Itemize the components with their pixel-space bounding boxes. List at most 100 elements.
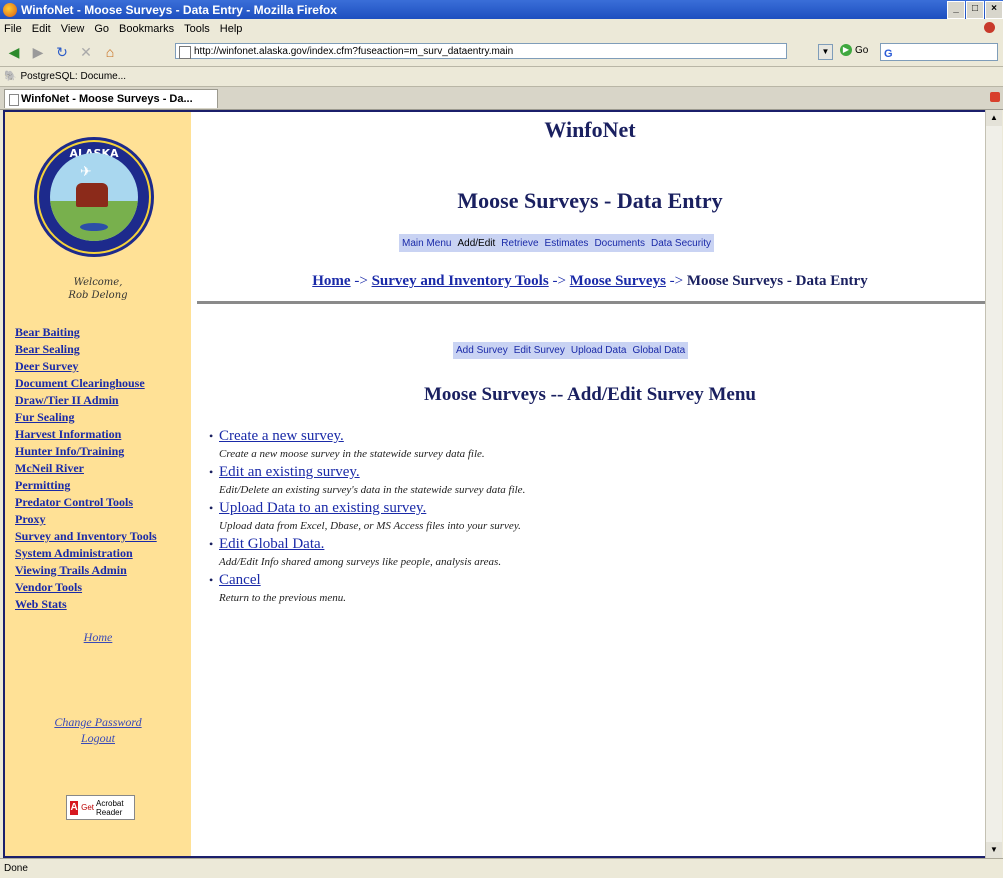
breadcrumb-separator: -> xyxy=(354,273,368,289)
go-label: Go xyxy=(855,44,869,56)
adobe-icon: A xyxy=(70,800,79,815)
top-menu-estimates[interactable]: Estimates xyxy=(545,238,589,249)
adfg-seal-logo: ALASKA ✈ xyxy=(34,137,154,257)
status-text: Done xyxy=(4,863,28,874)
sidebar-item-mcneil-river[interactable]: McNeil River xyxy=(15,460,191,477)
top-menu-retrieve[interactable]: Retrieve xyxy=(501,238,538,249)
breadcrumb-home[interactable]: Home xyxy=(312,273,350,289)
sidebar-item-viewing-trails-admin[interactable]: Viewing Trails Admin xyxy=(15,562,191,579)
sidebar-item-document-clearinghouse[interactable]: Document Clearinghouse xyxy=(15,375,191,392)
sidebar-item-vendor-tools[interactable]: Vendor Tools xyxy=(15,579,191,596)
breadcrumb-separator: -> xyxy=(552,273,566,289)
sidebar-item-harvest-information[interactable]: Harvest Information xyxy=(15,426,191,443)
address-dropdown-button[interactable]: ▼ xyxy=(818,44,833,60)
sidebar-item-permitting[interactable]: Permitting xyxy=(15,477,191,494)
edit-survey-link[interactable]: Edit an existing survey. xyxy=(219,464,360,480)
bookmark-postgresql[interactable]: PostgreSQL: Docume... xyxy=(20,71,126,82)
breadcrumb-survey-tools[interactable]: Survey and Inventory Tools xyxy=(372,273,549,289)
scroll-down-button[interactable]: ▼ xyxy=(986,842,1002,858)
option-description: Create a new moose survey in the statewi… xyxy=(219,448,485,460)
menu-title: Moose Surveys -- Add/Edit Survey Menu xyxy=(424,384,756,405)
edit-global-data-link[interactable]: Edit Global Data. xyxy=(219,536,324,552)
reload-icon: ↻ xyxy=(56,43,68,60)
cancel-link[interactable]: Cancel xyxy=(219,572,261,588)
sub-menu-global-data[interactable]: Global Data xyxy=(632,345,685,356)
vertical-scrollbar[interactable]: ▲ ▼ xyxy=(985,110,1002,858)
menu-go[interactable]: Go xyxy=(94,23,109,35)
tab-winfonet[interactable]: WinfoNet - Moose Surveys - Da... xyxy=(4,89,218,108)
option-description: Upload data from Excel, Dbase, or MS Acc… xyxy=(219,520,521,532)
option-description: Add/Edit Info shared among surveys like … xyxy=(219,556,502,568)
sidebar-item-hunter-info-training[interactable]: Hunter Info/Training xyxy=(15,443,191,460)
tab-page-icon xyxy=(9,94,19,106)
logout-link[interactable]: Logout xyxy=(81,731,115,745)
sub-menu-upload-data[interactable]: Upload Data xyxy=(571,345,627,356)
reload-button[interactable]: ↻ xyxy=(52,42,72,62)
acrobat-label: Acrobat Reader xyxy=(96,798,124,817)
sidebar-item-proxy[interactable]: Proxy xyxy=(15,511,191,528)
acrobat-get-label: Get xyxy=(81,803,95,812)
sidebar-item-predator-control-tools[interactable]: Predator Control Tools xyxy=(15,494,191,511)
bullet-icon: • xyxy=(209,465,214,479)
welcome-text: Welcome, Rob Delong xyxy=(5,276,191,302)
close-button[interactable]: × xyxy=(985,1,1003,19)
sub-menu: Add Survey Edit Survey Upload Data Globa… xyxy=(453,342,689,359)
breadcrumb-current: Moose Surveys - Data Entry xyxy=(686,273,868,289)
sub-menu-add-survey[interactable]: Add Survey xyxy=(456,345,508,356)
bullet-icon: • xyxy=(209,501,214,515)
status-bar: Done xyxy=(0,858,1003,877)
forward-button[interactable]: ▶ xyxy=(28,42,48,62)
maximize-button[interactable]: □ xyxy=(966,1,984,19)
sidebar-item-draw-tier-ii-admin[interactable]: Draw/Tier II Admin xyxy=(15,392,191,409)
menu-file[interactable]: File xyxy=(4,23,22,35)
menu-tools[interactable]: Tools xyxy=(184,23,210,35)
bullet-icon: • xyxy=(209,573,214,587)
breadcrumb-moose-surveys[interactable]: Moose Surveys xyxy=(570,273,666,289)
minimize-button[interactable]: _ xyxy=(947,1,965,19)
search-input[interactable]: G xyxy=(880,43,998,61)
sidebar-home-link[interactable]: Home xyxy=(84,630,113,644)
top-menu-main-menu[interactable]: Main Menu xyxy=(402,238,451,249)
menu-bookmarks[interactable]: Bookmarks xyxy=(119,23,174,35)
sidebar-item-deer-survey[interactable]: Deer Survey xyxy=(15,358,191,375)
address-bar[interactable]: http://winfonet.alaska.gov/index.cfm?fus… xyxy=(175,43,787,59)
sidebar-nav: Bear Baiting Bear Sealing Deer Survey Do… xyxy=(15,324,191,613)
address-url: http://winfonet.alaska.gov/index.cfm?fus… xyxy=(194,46,514,57)
sidebar-item-bear-baiting[interactable]: Bear Baiting xyxy=(15,324,191,341)
upload-data-link[interactable]: Upload Data to an existing survey. xyxy=(219,500,426,516)
page-title: Moose Surveys - Data Entry xyxy=(457,188,723,213)
back-button[interactable]: ◀ xyxy=(4,42,24,62)
menu-help[interactable]: Help xyxy=(220,23,243,35)
sidebar-item-web-stats[interactable]: Web Stats xyxy=(15,596,191,613)
sidebar-item-fur-sealing[interactable]: Fur Sealing xyxy=(15,409,191,426)
create-survey-link[interactable]: Create a new survey. xyxy=(219,428,344,444)
close-tab-button[interactable] xyxy=(990,92,1000,102)
list-item: • Edit Global Data. Add/Edit Info shared … xyxy=(209,536,969,568)
sub-menu-edit-survey[interactable]: Edit Survey xyxy=(514,345,565,356)
menu-view[interactable]: View xyxy=(61,23,85,35)
top-menu-data-security[interactable]: Data Security xyxy=(651,238,711,249)
window-title: WinfoNet - Moose Surveys - Data Entry - … xyxy=(21,2,337,17)
sidebar-home: Home xyxy=(5,630,191,645)
back-arrow-icon: ◀ xyxy=(8,43,20,60)
sidebar-item-survey-and-inventory-tools[interactable]: Survey and Inventory Tools xyxy=(15,528,191,545)
sidebar-item-system-administration[interactable]: System Administration xyxy=(15,545,191,562)
top-menu-documents[interactable]: Documents xyxy=(594,238,645,249)
change-password-link[interactable]: Change Password xyxy=(54,715,141,729)
acrobat-reader-badge[interactable]: A Get Acrobat Reader xyxy=(66,795,135,820)
breadcrumb-separator: -> xyxy=(669,273,684,289)
sidebar-item-bear-sealing[interactable]: Bear Sealing xyxy=(15,341,191,358)
home-button[interactable]: ⌂ xyxy=(100,42,120,62)
stop-button[interactable]: ✕ xyxy=(76,42,96,62)
list-item: • Cancel Return to the previous menu. xyxy=(209,572,969,604)
menu-edit[interactable]: Edit xyxy=(32,23,51,35)
scroll-up-button[interactable]: ▲ xyxy=(986,110,1002,126)
dropdown-arrow-icon: ▼ xyxy=(821,47,830,56)
list-item: • Edit an existing survey. Edit/Delete an… xyxy=(209,464,969,496)
go-button[interactable]: ▶ Go xyxy=(840,44,868,56)
home-icon: ⌂ xyxy=(105,44,115,60)
option-description: Edit/Delete an existing survey's data in… xyxy=(219,484,526,496)
stop-icon: ✕ xyxy=(80,43,92,60)
tab-bar: WinfoNet - Moose Surveys - Da... xyxy=(0,87,1003,110)
tab-label: WinfoNet - Moose Surveys - Da... xyxy=(21,93,193,105)
